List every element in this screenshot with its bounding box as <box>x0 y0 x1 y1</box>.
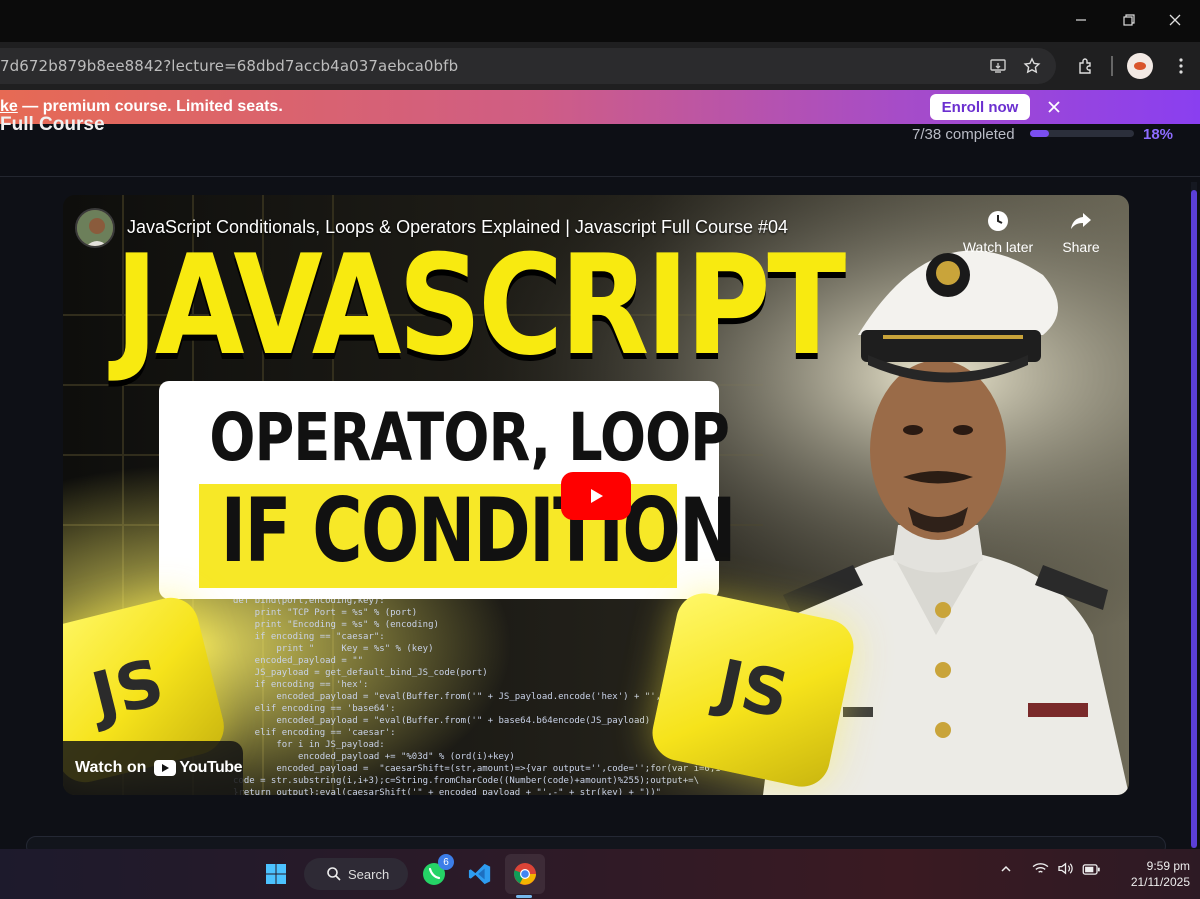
promo-link[interactable]: ke <box>0 98 18 115</box>
thumbnail-line-operator-loop: OPERATOR, LOOP <box>209 399 730 476</box>
play-button[interactable] <box>561 472 631 520</box>
play-icon <box>591 489 603 503</box>
close-icon[interactable] <box>1042 94 1066 120</box>
restore-icon[interactable] <box>1106 0 1152 40</box>
share-button[interactable]: Share <box>1036 209 1126 255</box>
battery-icon[interactable] <box>1082 862 1101 878</box>
install-app-icon[interactable] <box>980 48 1016 84</box>
volume-icon[interactable] <box>1057 862 1074 878</box>
watch-on-label: Watch on <box>75 759 147 776</box>
video-player[interactable]: JAVASCRIPT def bind(port,encoding,key): … <box>63 195 1129 795</box>
vscode-icon[interactable] <box>462 856 498 892</box>
progress-fill <box>1030 130 1049 137</box>
progress-percent: 18% <box>1143 126 1174 143</box>
code-line: }return output};eval(caesarShift('" + en… <box>233 788 662 795</box>
clock-time: 9:59 pm <box>1146 859 1190 873</box>
watch-later-button[interactable]: Watch later <box>953 209 1043 255</box>
chrome-icon[interactable] <box>507 856 543 892</box>
enroll-now-button[interactable]: Enroll now <box>930 94 1030 120</box>
js-cube-right: JS <box>647 588 859 792</box>
notification-badge: 6 <box>438 854 454 870</box>
share-icon <box>1071 213 1091 229</box>
toolbar-separator <box>1111 56 1113 76</box>
more-menu-icon[interactable] <box>1165 50 1197 82</box>
promo-banner: ke — premium course. Limited seats. Enro… <box>0 90 1200 124</box>
wifi-icon[interactable] <box>1032 862 1049 878</box>
thumbnail-javascript-text: JAVASCRIPT <box>115 225 846 386</box>
bookmark-star-icon[interactable] <box>1014 48 1050 84</box>
url-text[interactable]: 7d672b879b8ee8842?lecture=68dbd7accb4a03… <box>0 57 458 75</box>
clock-icon <box>988 211 1008 231</box>
scrollbar-thumb[interactable] <box>1191 190 1197 848</box>
minimize-icon[interactable] <box>1058 0 1104 40</box>
active-app-indicator <box>516 895 532 898</box>
youtube-logo: YouTube <box>154 759 242 777</box>
channel-avatar[interactable] <box>75 208 115 248</box>
clock-date: 21/11/2025 <box>1130 875 1190 889</box>
progress-bar <box>1030 130 1134 137</box>
extensions-icon[interactable] <box>1070 50 1102 82</box>
windows-start-icon[interactable] <box>258 856 294 892</box>
thumbnail-title-card: OPERATOR, LOOP IF CONDITION <box>159 381 737 599</box>
browser-toolbar: 7d672b879b8ee8842?lecture=68dbd7accb4a03… <box>0 42 1200 90</box>
watch-on-youtube-button[interactable]: Watch on YouTube <box>63 741 243 795</box>
taskbar-clock[interactable]: 9:59 pm 21/11/2025 <box>1110 858 1190 890</box>
address-bar[interactable]: 7d672b879b8ee8842?lecture=68dbd7accb4a03… <box>0 48 1056 84</box>
close-icon[interactable] <box>1152 0 1198 40</box>
windows-taskbar: Search 6 9:59 pm 21/11/2025 <box>0 849 1200 899</box>
window-title-bar <box>0 0 1200 42</box>
chevron-up-icon[interactable] <box>1000 862 1012 878</box>
search-label: Search <box>348 866 390 882</box>
watch-later-label: Watch later <box>962 239 1034 255</box>
share-label: Share <box>1062 239 1100 255</box>
whatsapp-icon[interactable]: 6 <box>416 854 454 892</box>
video-title[interactable]: JavaScript Conditionals, Loops & Operato… <box>127 217 788 238</box>
profile-avatar[interactable] <box>1127 53 1153 79</box>
course-title: Full Course <box>0 114 105 135</box>
search-icon <box>327 867 341 881</box>
completed-count: 7/38 completed <box>912 126 1015 143</box>
taskbar-search[interactable]: Search <box>304 858 408 890</box>
youtube-play-icon <box>154 760 177 776</box>
course-header: Full Course 7/38 completed 18% <box>0 114 1200 176</box>
code-line: code = str.substring(i,i+3);c=String.fro… <box>233 776 699 786</box>
